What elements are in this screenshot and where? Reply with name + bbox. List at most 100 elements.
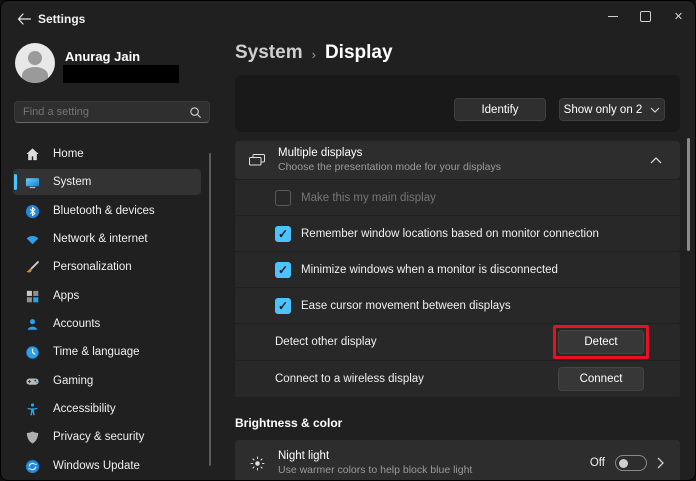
- detect-button[interactable]: Detect: [558, 330, 644, 354]
- sidebar-item-home[interactable]: Home: [13, 141, 201, 167]
- avatar-person-icon: [28, 51, 42, 65]
- sidebar-item-accounts[interactable]: Accounts: [13, 311, 201, 337]
- night-light-icon: [248, 454, 266, 472]
- selected-accent-pill: [14, 174, 17, 190]
- breadcrumb-root[interactable]: System: [235, 42, 303, 64]
- night-light-row[interactable]: Night light Use warmer colors to help bl…: [235, 440, 680, 481]
- section-title: Multiple displays: [278, 147, 501, 159]
- search-icon: [189, 106, 202, 119]
- chevron-right-icon: [657, 457, 664, 469]
- gaming-icon: [24, 373, 40, 389]
- connect-button[interactable]: Connect: [558, 367, 644, 391]
- titlebar: Settings ✕: [1, 1, 695, 35]
- sidebar-item-label: Personalization: [53, 261, 132, 273]
- sidebar-item-label: Bluetooth & devices: [53, 205, 155, 217]
- maximize-icon: [640, 11, 651, 22]
- sidebar-item-label: Privacy & security: [53, 431, 144, 443]
- sidebar-scrollbar[interactable]: [209, 153, 211, 466]
- back-arrow-icon: [17, 13, 31, 25]
- sidebar-item-system[interactable]: System: [13, 169, 201, 195]
- sidebar-item-label: System: [53, 176, 91, 188]
- close-icon: ✕: [674, 10, 683, 23]
- checkbox-label: Minimize windows when a monitor is disco…: [301, 264, 558, 276]
- night-light-toggle[interactable]: [615, 455, 647, 471]
- sidebar-item-apps[interactable]: Apps: [13, 283, 201, 309]
- checkbox-label: Remember window locations based on monit…: [301, 228, 599, 240]
- sidebar-item-time-language[interactable]: Time & language: [13, 339, 201, 365]
- settings-window: Settings ✕ Anurag Jain Home System: [0, 0, 696, 481]
- sidebar-item-label: Accessibility: [53, 403, 116, 415]
- row-label: Connect to a wireless display: [275, 373, 424, 385]
- close-button[interactable]: ✕: [662, 1, 695, 31]
- bluetooth-icon: [24, 203, 40, 219]
- sidebar-item-label: Windows Update: [53, 460, 140, 472]
- network-icon: [24, 231, 40, 247]
- checkbox-ease-cursor-movement[interactable]: ✓: [275, 298, 291, 314]
- maximize-button[interactable]: [629, 1, 662, 31]
- minimize-icon: [608, 16, 618, 17]
- row-connect-wireless-display: Connect to a wireless display Connect: [235, 361, 680, 397]
- home-icon: [24, 146, 40, 162]
- row-make-main-display: Make this my main display: [235, 180, 680, 215]
- accessibility-icon: [24, 401, 40, 417]
- row-label: Detect other display: [275, 336, 377, 348]
- avatar[interactable]: [15, 43, 55, 83]
- sidebar-item-label: Gaming: [53, 375, 93, 387]
- section-subtitle: Choose the presentation mode for your di…: [278, 161, 501, 173]
- night-light-title: Night light: [278, 450, 472, 462]
- show-only-dropdown[interactable]: Show only on 2: [559, 98, 665, 121]
- accounts-icon: [24, 316, 40, 332]
- search-input[interactable]: [15, 106, 189, 118]
- system-icon: [24, 174, 40, 190]
- sidebar-item-accessibility[interactable]: Accessibility: [13, 396, 201, 422]
- back-button[interactable]: [11, 9, 37, 29]
- sidebar-item-windows-update[interactable]: Windows Update: [13, 453, 201, 479]
- sidebar-item-personalization[interactable]: Personalization: [13, 254, 201, 280]
- row-minimize-windows: ✓ Minimize windows when a monitor is dis…: [235, 252, 680, 287]
- windows-update-icon: [24, 458, 40, 474]
- sidebar-item-gaming[interactable]: Gaming: [13, 368, 201, 394]
- redacted-email: [63, 65, 179, 83]
- sidebar-item-label: Accounts: [53, 318, 100, 330]
- multiple-displays-header[interactable]: Multiple displays Choose the presentatio…: [235, 141, 680, 179]
- content-scrollbar[interactable]: [687, 138, 690, 251]
- row-ease-cursor-movement: ✓ Ease cursor movement between displays: [235, 288, 680, 323]
- checkbox-minimize-windows[interactable]: ✓: [275, 262, 291, 278]
- breadcrumb-separator-icon: ›: [312, 45, 316, 62]
- privacy-icon: [24, 429, 40, 445]
- chevron-down-icon: [650, 107, 660, 113]
- chevron-up-icon[interactable]: [650, 157, 662, 164]
- check-icon: ✓: [278, 263, 288, 277]
- sidebar-item-label: Apps: [53, 290, 79, 302]
- user-name: Anurag Jain: [65, 49, 140, 64]
- sidebar-item-label: Home: [53, 148, 84, 160]
- toggle-state-label: Off: [590, 457, 605, 469]
- checkbox-label: Ease cursor movement between displays: [301, 300, 511, 312]
- breadcrumb: System › Display: [235, 42, 393, 64]
- time-language-icon: [24, 344, 40, 360]
- display-arrangement-card: Identify Show only on 2: [235, 75, 680, 132]
- highlight-annotation: Detect: [553, 325, 649, 359]
- checkbox-remember-window-locations[interactable]: ✓: [275, 226, 291, 242]
- night-light-subtitle: Use warmer colors to help block blue lig…: [278, 464, 472, 476]
- row-remember-window-locations: ✓ Remember window locations based on mon…: [235, 216, 680, 251]
- personalization-icon: [24, 259, 40, 275]
- check-icon: ✓: [278, 299, 288, 313]
- minimize-button[interactable]: [596, 1, 629, 31]
- app-title: Settings: [38, 12, 85, 26]
- apps-icon: [24, 288, 40, 304]
- search-box[interactable]: [14, 101, 210, 123]
- brightness-color-header: Brightness & color: [235, 416, 342, 430]
- sidebar-item-label: Time & language: [53, 346, 140, 358]
- checkbox-label: Make this my main display: [301, 192, 436, 204]
- page-title: Display: [325, 42, 393, 64]
- checkbox-make-main-display[interactable]: [275, 190, 291, 206]
- sidebar-item-bluetooth-devices[interactable]: Bluetooth & devices: [13, 198, 201, 224]
- check-icon: ✓: [278, 227, 288, 241]
- multiple-displays-icon: [248, 151, 266, 169]
- row-detect-other-display: Detect other display Detect: [235, 324, 680, 360]
- sidebar-item-label: Network & internet: [53, 233, 148, 245]
- sidebar-item-privacy-security[interactable]: Privacy & security: [13, 424, 201, 450]
- sidebar-item-network-internet[interactable]: Network & internet: [13, 226, 201, 252]
- identify-button[interactable]: Identify: [454, 98, 546, 121]
